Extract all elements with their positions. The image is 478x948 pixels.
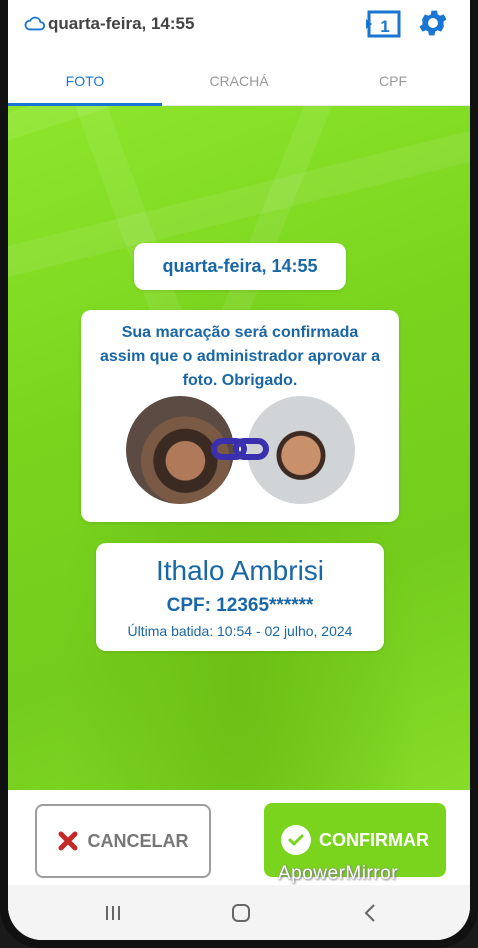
phone-frame: quarta-feira, 14:55 1 FOTO CRACHÁ CPF qu… — [0, 0, 478, 948]
user-name: Ithalo Ambrisi — [155, 555, 325, 586]
camera-preview: quarta-feira, 14:55 Sua marcação será co… — [8, 106, 470, 790]
top-bar: quarta-feira, 14:55 1 — [8, 0, 470, 56]
back-icon[interactable] — [360, 903, 382, 923]
approval-message: Sua marcação será confirmada assim que o… — [99, 324, 381, 389]
action-footer: CANCELAR CONFIRMAR ApowerMirror — [8, 790, 470, 885]
gear-icon[interactable] — [416, 6, 450, 40]
cloud-icon — [24, 16, 46, 31]
cancel-button[interactable]: CANCELAR — [35, 804, 211, 878]
timestamp-card: quarta-feira, 14:55 — [134, 243, 346, 290]
approval-message-card: Sua marcação será confirmada assim que o… — [81, 310, 399, 522]
status-datetime: quarta-feira, 14:55 — [48, 14, 195, 33]
user-cpf: CPF: 12365****** — [166, 595, 314, 616]
tab-bar: FOTO CRACHÁ CPF — [8, 56, 470, 106]
cancel-label: CANCELAR — [87, 830, 189, 851]
user-info-card: Ithalo Ambrisi CPF: 12365****** Última b… — [96, 543, 384, 651]
system-nav-bar — [8, 885, 470, 940]
x-icon — [58, 831, 77, 851]
tab-foto[interactable]: FOTO — [8, 56, 162, 106]
tab-cpf[interactable]: CPF — [316, 56, 470, 105]
slides-badge: 1 — [380, 17, 389, 36]
link-icon — [211, 438, 269, 460]
tab-cracha[interactable]: CRACHÁ — [162, 56, 316, 105]
home-icon[interactable] — [230, 903, 252, 923]
app-screen: quarta-feira, 14:55 1 FOTO CRACHÁ CPF qu… — [8, 0, 470, 940]
check-icon — [281, 825, 311, 855]
slides-icon[interactable]: 1 — [366, 8, 402, 40]
last-punch: Última batida: 10:54 - 02 julho, 2024 — [127, 623, 353, 639]
watermark: ApowerMirror — [278, 863, 399, 884]
confirm-label: CONFIRMAR — [319, 829, 429, 850]
recent-apps-icon[interactable] — [102, 903, 124, 923]
